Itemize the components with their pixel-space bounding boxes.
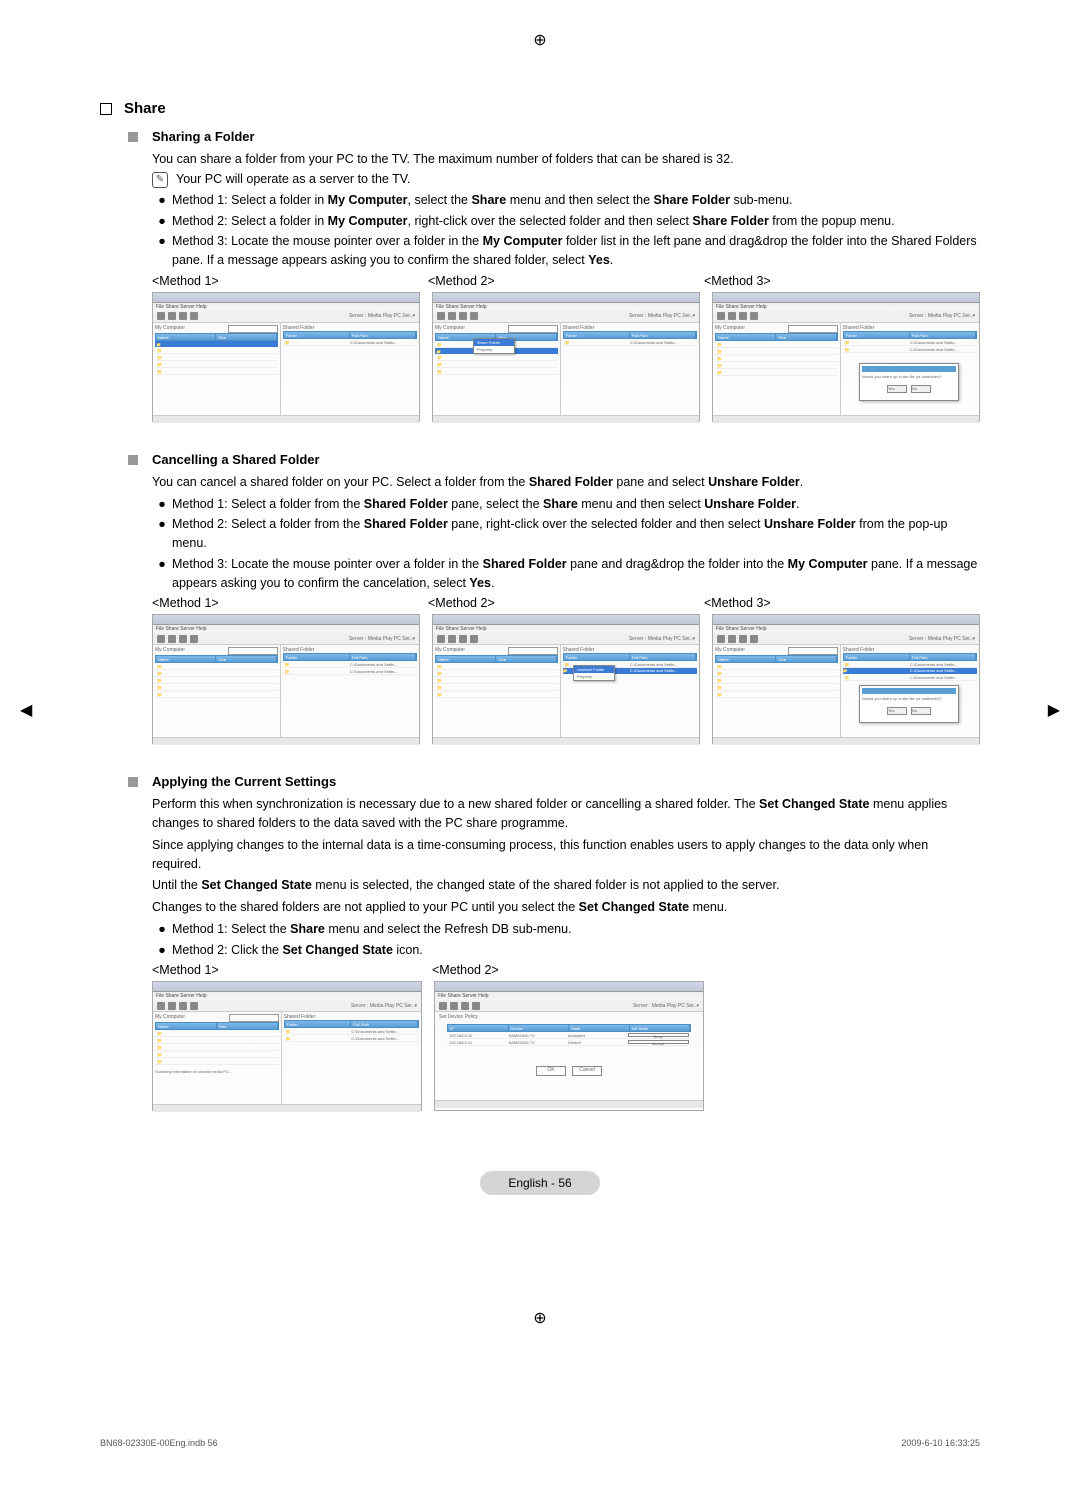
share-bullet-1-text: Method 1: Select a folder in My Computer… [172,191,980,210]
method1-label: <Method 1> [152,274,428,288]
share-title: Share [124,100,166,117]
apply-method-labels: <Method 1> <Method 2> [152,963,980,977]
applying-p4: Changes to the shared folders are not ap… [152,898,980,917]
footer-right: 2009-6-10 16:33:25 [901,1438,980,1448]
cancel-bullet-1-text: Method 1: Select a folder from the Share… [172,495,980,514]
applying-title: Applying the Current Settings [152,774,336,789]
print-arrow-left: ◀ [20,700,32,720]
share-bullet-3: ●Method 3: Locate the mouse pointer over… [152,232,980,270]
applying-p3: Until the Set Changed State menu is sele… [152,876,980,895]
apply-screenshot-1: File Share Server Help Server : Media Pl… [152,981,422,1111]
unshare-context-menu: Unshare Folder Property [573,665,615,681]
apply-screenshot-2: File Share Server Help Server : Media Pl… [434,981,704,1111]
share-bullet-1: ●Method 1: Select a folder in My Compute… [152,191,980,210]
page-footer-pill: English - 56 [480,1171,600,1195]
share-section-header: Share [100,100,980,117]
applying-p2: Since applying changes to the internal d… [152,836,980,874]
checkbox-icon [100,103,112,115]
method2-label: <Method 2> [428,596,704,610]
sharing-note-text: Your PC will operate as a server to the … [176,172,410,186]
applying-p1: Perform this when synchronization is nec… [152,795,980,833]
sharing-screenshot-3: File Share Server Help Server : Media Pl… [712,292,980,422]
method3-label: <Method 3> [704,274,980,288]
sharing-folder-header: Sharing a Folder [128,129,980,144]
apply-bullet-2: ●Method 2: Click the Set Changed State i… [152,941,980,960]
footer-left: BN68-02330E-00Eng.indb 56 [100,1438,218,1448]
print-footer: BN68-02330E-00Eng.indb 56 2009-6-10 16:3… [100,1438,980,1448]
cancel-screenshot-1: File Share Server Help Server : Media Pl… [152,614,420,744]
note-icon: ✎ [152,172,168,188]
cancel-bullet-3-text: Method 3: Locate the mouse pointer over … [172,555,980,593]
print-arrow-right: ▶ [1048,700,1060,720]
bullet-square-icon [128,777,138,787]
method2-label: <Method 2> [428,274,704,288]
sharing-screenshot-1: File Share Server Help Server : Media Pl… [152,292,420,422]
share-method-labels: <Method 1> <Method 2> <Method 3> [152,274,980,288]
bullet-square-icon [128,132,138,142]
print-crosshair-top: ⊕ [533,30,546,50]
apply-screenshots: File Share Server Help Server : Media Pl… [152,981,980,1111]
cancelling-title: Cancelling a Shared Folder [152,452,320,467]
method1-label: <Method 1> [152,596,428,610]
sharing-note: ✎ Your PC will operate as a server to th… [152,172,980,188]
sharing-folder-title: Sharing a Folder [152,129,255,144]
sharing-screenshot-2: File Share Server Help Server : Media Pl… [432,292,700,422]
confirm-share-popup: Would you share up in the file (or subfo… [859,363,959,401]
cancel-method-labels: <Method 1> <Method 2> <Method 3> [152,596,980,610]
bullet-square-icon [128,455,138,465]
apply-bullet-1: ●Method 1: Select the Share menu and sel… [152,920,980,939]
share-bullet-3-text: Method 3: Locate the mouse pointer over … [172,232,980,270]
applying-header: Applying the Current Settings [128,774,980,789]
method1-label: <Method 1> [152,963,432,977]
confirm-unshare-popup: Would you share up in the file (or subfo… [859,685,959,723]
print-crosshair-bottom: ⊕ [533,1308,546,1328]
cancel-bullet-2: ●Method 2: Select a folder from the Shar… [152,515,980,553]
apply-bullet-1-text: Method 1: Select the Share menu and sele… [172,920,980,939]
cancel-screenshot-3: File Share Server Help Server : Media Pl… [712,614,980,744]
cancel-bullet-3: ●Method 3: Locate the mouse pointer over… [152,555,980,593]
cancel-bullet-2-text: Method 2: Select a folder from the Share… [172,515,980,553]
sharing-screenshots: File Share Server Help Server : Media Pl… [152,292,980,422]
share-bullet-2: ●Method 2: Select a folder in My Compute… [152,212,980,231]
cancel-screenshots: File Share Server Help Server : Media Pl… [152,614,980,744]
share-bullet-2-text: Method 2: Select a folder in My Computer… [172,212,980,231]
cancelling-intro: You can cancel a shared folder on your P… [152,473,980,492]
share-context-menu: Share Folder Property [473,338,515,354]
method3-label: <Method 3> [704,596,980,610]
apply-bullet-2-text: Method 2: Click the Set Changed State ic… [172,941,980,960]
cancel-bullet-1: ●Method 1: Select a folder from the Shar… [152,495,980,514]
sharing-intro: You can share a folder from your PC to t… [152,150,980,169]
method2-label: <Method 2> [432,963,712,977]
cancelling-header: Cancelling a Shared Folder [128,452,980,467]
cancel-screenshot-2: File Share Server Help Server : Media Pl… [432,614,700,744]
